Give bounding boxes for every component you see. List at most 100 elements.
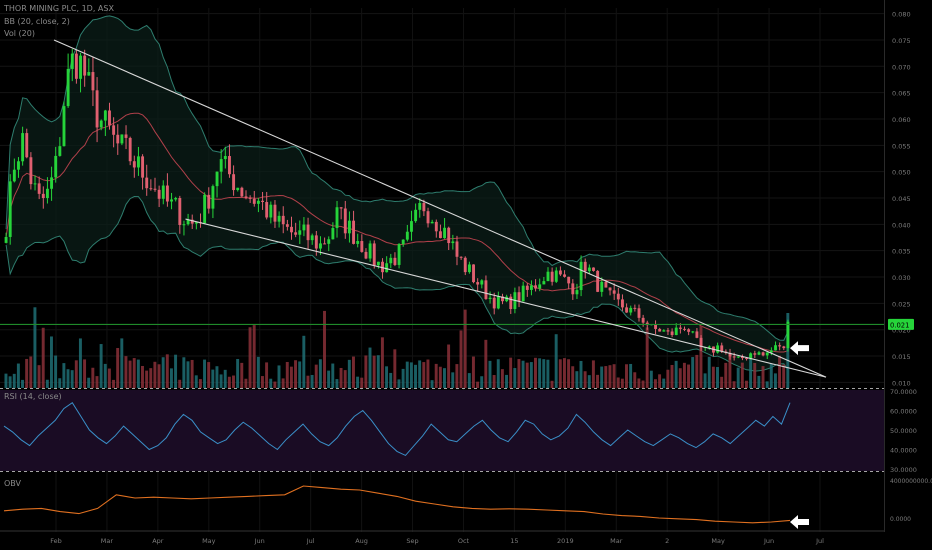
volume-bar bbox=[351, 356, 355, 388]
volume-bar bbox=[41, 327, 45, 388]
volume-bar bbox=[426, 359, 430, 388]
volume-bar bbox=[542, 359, 546, 388]
price-tick-label: 0.070 bbox=[892, 63, 911, 71]
candle-body bbox=[583, 261, 587, 272]
volume-bar bbox=[637, 378, 641, 388]
candle-body bbox=[625, 307, 629, 313]
candle-body bbox=[252, 198, 256, 204]
candle-body bbox=[256, 200, 260, 204]
volume-bar bbox=[256, 356, 260, 388]
volume-bar bbox=[128, 360, 132, 388]
volume-bar bbox=[583, 371, 587, 388]
candle-body bbox=[418, 203, 422, 210]
volume-bar bbox=[302, 335, 306, 388]
volume-bar bbox=[558, 359, 562, 388]
candle-body bbox=[116, 134, 120, 144]
candle-body bbox=[372, 243, 376, 266]
candle-body bbox=[641, 317, 645, 323]
volume-bar bbox=[380, 337, 384, 388]
candle-body bbox=[401, 239, 405, 245]
candle-body bbox=[261, 200, 265, 203]
volume-bar bbox=[78, 338, 82, 388]
volume-bar bbox=[480, 376, 484, 388]
candle-body bbox=[161, 185, 165, 199]
candle-body bbox=[629, 307, 633, 313]
volume-bar bbox=[314, 364, 318, 388]
time-tick-label: 2 bbox=[665, 537, 669, 545]
candle-body bbox=[666, 330, 670, 332]
bb-indicator-label[interactable]: BB (20, close, 2) bbox=[4, 17, 70, 26]
candle-body bbox=[277, 215, 281, 222]
volume-bar bbox=[376, 355, 380, 388]
candle-body bbox=[182, 224, 186, 226]
candle-body bbox=[761, 352, 765, 356]
candle-body bbox=[165, 185, 169, 202]
candle-body bbox=[674, 327, 678, 336]
volume-bar bbox=[161, 357, 165, 388]
candle-body bbox=[335, 207, 339, 229]
volume-bar bbox=[591, 360, 595, 388]
volume-bar bbox=[174, 354, 178, 388]
candle-body bbox=[294, 232, 298, 235]
volume-bar bbox=[157, 364, 161, 388]
obv-indicator-label[interactable]: OBV bbox=[4, 479, 21, 488]
candle-body bbox=[376, 261, 380, 266]
volume-bar bbox=[45, 379, 49, 388]
candle-body bbox=[534, 285, 538, 289]
candle-body bbox=[37, 183, 41, 194]
candle-body bbox=[83, 55, 87, 76]
candle-body bbox=[269, 204, 273, 218]
candle-body bbox=[273, 204, 277, 222]
volume-bar bbox=[99, 344, 103, 388]
volume-bar bbox=[567, 359, 571, 388]
volume-bar bbox=[124, 356, 128, 388]
candle-body bbox=[426, 211, 430, 224]
candle-body bbox=[314, 235, 318, 249]
volume-bar bbox=[484, 339, 488, 388]
chart-symbol-title[interactable]: THOR MINING PLC, 1D, ASX bbox=[4, 4, 114, 13]
price-tick-label: 0.045 bbox=[892, 195, 911, 203]
candle-body bbox=[749, 353, 753, 359]
volume-bar bbox=[360, 377, 364, 388]
volume-bar bbox=[252, 325, 256, 388]
volume-bar bbox=[422, 362, 426, 388]
candle-body bbox=[174, 198, 178, 200]
volume-bar bbox=[720, 376, 724, 388]
volume-bar bbox=[438, 366, 442, 388]
candle-body bbox=[236, 187, 240, 191]
obv-tick-label: 4000000000.0000 bbox=[890, 478, 932, 485]
candle-body bbox=[405, 231, 409, 240]
candle-body bbox=[472, 264, 475, 283]
volume-bar bbox=[120, 338, 124, 388]
volume-bar bbox=[347, 359, 351, 388]
volume-bar bbox=[153, 361, 157, 388]
candle-body bbox=[451, 241, 455, 244]
volume-bar bbox=[107, 368, 111, 388]
candle-body bbox=[298, 230, 302, 235]
candle-body bbox=[612, 290, 616, 294]
volume-bar bbox=[405, 361, 409, 388]
volume-bar bbox=[331, 363, 335, 388]
candle-body bbox=[66, 68, 70, 107]
volume-bar bbox=[74, 360, 78, 388]
candle-body bbox=[774, 345, 777, 351]
volume-bar bbox=[769, 363, 773, 388]
volume-bar bbox=[294, 360, 298, 388]
volume-bar bbox=[281, 378, 285, 388]
rsi-indicator-label[interactable]: RSI (14, close) bbox=[4, 392, 62, 401]
price-tick-label: 0.015 bbox=[892, 353, 911, 361]
volume-indicator-label[interactable]: Vol (20) bbox=[4, 29, 35, 38]
candle-body bbox=[347, 220, 351, 234]
volume-bar bbox=[459, 330, 463, 388]
candle-body bbox=[579, 261, 583, 291]
candle-body bbox=[112, 125, 116, 135]
candle-body bbox=[414, 209, 418, 222]
volume-bar bbox=[364, 355, 368, 388]
candle-body bbox=[356, 241, 360, 244]
volume-bar bbox=[12, 373, 16, 388]
left-arrow-icon bbox=[790, 515, 809, 529]
candle-body bbox=[554, 270, 558, 282]
candle-body bbox=[753, 353, 757, 355]
volume-bar bbox=[724, 362, 728, 388]
candle-body bbox=[463, 257, 467, 273]
